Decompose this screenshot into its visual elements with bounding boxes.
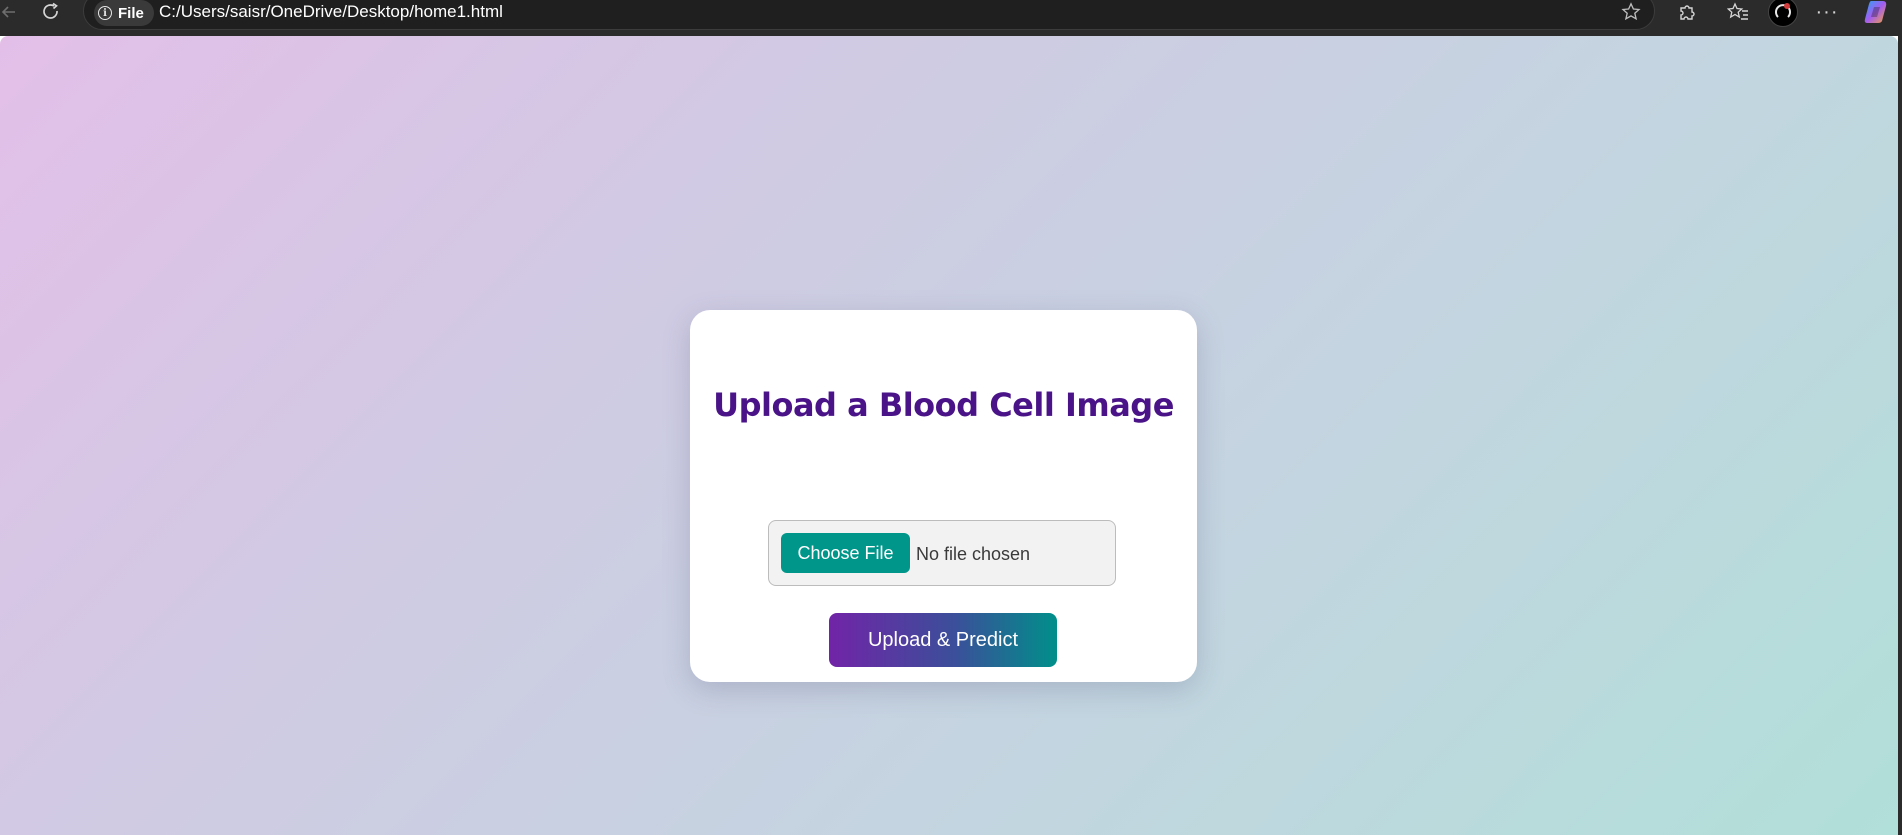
star-icon (1621, 2, 1641, 21)
more-icon: ··· (1815, 0, 1839, 23)
browser-toolbar: i File C:/Users/saisr/OneDrive/Desktop/h… (0, 0, 1902, 36)
favorites-button[interactable] (1723, 0, 1753, 24)
address-bar[interactable]: i File C:/Users/saisr/OneDrive/Desktop/h… (83, 0, 1655, 30)
back-button[interactable] (0, 0, 24, 24)
info-icon: i (98, 6, 112, 20)
avatar[interactable] (1768, 0, 1798, 27)
refresh-icon (43, 2, 58, 19)
site-info-chip[interactable]: i File (94, 0, 154, 26)
favorite-button[interactable] (1618, 0, 1644, 25)
choose-file-button[interactable]: Choose File (781, 533, 910, 573)
page-title: Upload a Blood Cell Image (713, 386, 1174, 424)
arrow-left-icon (1, 6, 15, 18)
profile-icon (1775, 3, 1791, 18)
upload-predict-button[interactable]: Upload & Predict (829, 613, 1057, 667)
file-status-text: No file chosen (916, 544, 1031, 564)
url-text[interactable]: C:/Users/saisr/OneDrive/Desktop/home1.ht… (159, 1, 503, 23)
extensions-button[interactable] (1672, 0, 1702, 24)
file-input[interactable]: Choose File No file chosen (768, 520, 1116, 586)
window-frame (1898, 0, 1902, 835)
copilot-button[interactable] (1862, 0, 1892, 24)
file-label: File (118, 4, 144, 22)
copilot-icon (1864, 1, 1887, 23)
puzzle-icon (1680, 5, 1695, 20)
more-button[interactable]: ··· (1812, 0, 1842, 24)
favorites-icon (1727, 2, 1748, 20)
page-background: Upload a Blood Cell Image Choose File No… (0, 36, 1898, 835)
upload-card: Upload a Blood Cell Image Choose File No… (690, 310, 1197, 682)
refresh-button[interactable] (36, 0, 66, 24)
